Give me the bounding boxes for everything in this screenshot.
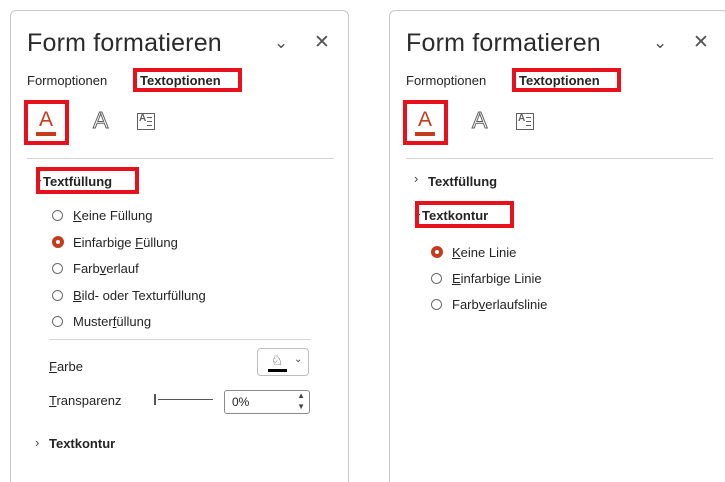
color-swatch <box>268 369 287 372</box>
option-label: erlauf <box>106 261 139 276</box>
close-icon[interactable]: ✕ <box>314 31 330 54</box>
pane-title: Form formatieren <box>406 29 601 57</box>
option-solid-fill[interactable]: Einfarbige Füllung <box>73 235 178 250</box>
chevron-down-icon[interactable]: ⌄ <box>274 33 288 53</box>
option-no-line[interactable]: Keine Linie <box>452 245 516 260</box>
chevron-right-icon[interactable]: › <box>35 435 39 450</box>
highlight-box <box>512 68 621 92</box>
icon-letter: A <box>518 113 526 124</box>
color-label: Farbe <box>49 359 83 374</box>
tab-shape-options[interactable]: Formoptionen <box>406 73 486 88</box>
transparency-label: Transparenz <box>49 393 122 408</box>
option-no-fill[interactable]: Keine Füllung <box>73 208 153 223</box>
access-key: F <box>135 235 144 250</box>
option-solid-line[interactable]: Einfarbige Linie <box>452 271 542 286</box>
section-text-outline[interactable]: Textkontur <box>49 436 115 451</box>
option-label: Farb <box>73 261 100 276</box>
access-key: E <box>452 271 461 286</box>
option-label: eine Füllung <box>81 208 153 223</box>
option-label: Muster <box>73 314 113 329</box>
property-label: arbe <box>56 359 83 374</box>
option-label: infarbige Linie <box>460 271 542 286</box>
transparency-slider-thumb[interactable] <box>154 394 156 405</box>
icon-line <box>526 125 531 126</box>
radio-no-fill[interactable] <box>52 210 63 221</box>
icon-line <box>147 117 152 118</box>
radio-gradient-fill[interactable] <box>52 263 63 274</box>
option-label: üllung <box>116 314 152 329</box>
access-key: K <box>73 208 82 223</box>
access-key: B <box>73 288 82 303</box>
option-label: eine Linie <box>460 245 517 260</box>
option-label: Einfarbige <box>73 235 136 250</box>
text-effects-icon[interactable]: A <box>471 107 487 134</box>
format-shape-pane-text-outline: Form formatieren ⌄ ✕ Formoptionen Textop… <box>389 10 725 482</box>
highlight-box <box>36 167 139 194</box>
access-key: F <box>49 359 57 374</box>
transparency-slider[interactable] <box>158 399 213 400</box>
section-text-fill[interactable]: Textfüllung <box>428 174 497 189</box>
transparency-value: 0% <box>232 395 250 409</box>
option-label: üllung <box>143 235 178 250</box>
spin-down-icon[interactable]: ▼ <box>297 402 305 411</box>
option-gradient-line[interactable]: Farbverlaufslinie <box>452 297 547 312</box>
pane-title: Form formatieren <box>27 29 222 57</box>
highlight-box <box>403 100 448 145</box>
icon-line <box>147 121 152 122</box>
icon-letter: A <box>139 113 147 124</box>
paint-bucket-icon: ♘ <box>271 352 284 368</box>
highlight-box <box>133 68 242 92</box>
close-icon[interactable]: ✕ <box>693 31 709 54</box>
radio-no-line[interactable] <box>431 246 443 258</box>
format-shape-pane-text-fill: Form formatieren ⌄ ✕ Formoptionen Textop… <box>10 10 349 482</box>
icon-line <box>526 121 531 122</box>
access-key: K <box>452 245 461 260</box>
chevron-down-icon[interactable]: ⌄ <box>653 33 667 53</box>
chevron-down-icon: ⌄ <box>294 354 303 365</box>
divider <box>49 339 311 340</box>
option-pattern-fill[interactable]: Musterfüllung <box>73 314 151 329</box>
divider <box>406 158 713 159</box>
tab-shape-options[interactable]: Formoptionen <box>27 73 107 88</box>
radio-pattern-fill[interactable] <box>52 316 63 327</box>
option-label: Farb <box>452 297 479 312</box>
radio-gradient-line[interactable] <box>431 299 442 310</box>
icon-line <box>147 125 152 126</box>
option-label: erlaufslinie <box>485 297 548 312</box>
option-label: ild- oder Texturfüllung <box>81 288 206 303</box>
chevron-right-icon[interactable]: › <box>414 171 418 186</box>
radio-solid-line[interactable] <box>431 273 442 284</box>
highlight-box <box>415 201 514 228</box>
transparency-spinner[interactable]: 0% ▲ ▼ <box>224 390 310 414</box>
property-label: ransparenz <box>56 393 122 408</box>
textbox-icon[interactable]: A <box>516 113 534 130</box>
option-picture-fill[interactable]: Bild- oder Texturfüllung <box>73 288 206 303</box>
icon-line <box>526 117 531 118</box>
radio-picture-fill[interactable] <box>52 290 63 301</box>
highlight-box <box>24 100 69 145</box>
color-picker-button[interactable]: ♘ ⌄ <box>257 348 309 376</box>
option-gradient-fill[interactable]: Farbverlauf <box>73 261 139 276</box>
spin-up-icon[interactable]: ▲ <box>297 391 305 400</box>
textbox-icon[interactable]: A <box>137 113 155 130</box>
radio-solid-fill[interactable] <box>52 236 64 248</box>
divider <box>27 158 334 159</box>
text-effects-icon[interactable]: A <box>92 107 108 134</box>
